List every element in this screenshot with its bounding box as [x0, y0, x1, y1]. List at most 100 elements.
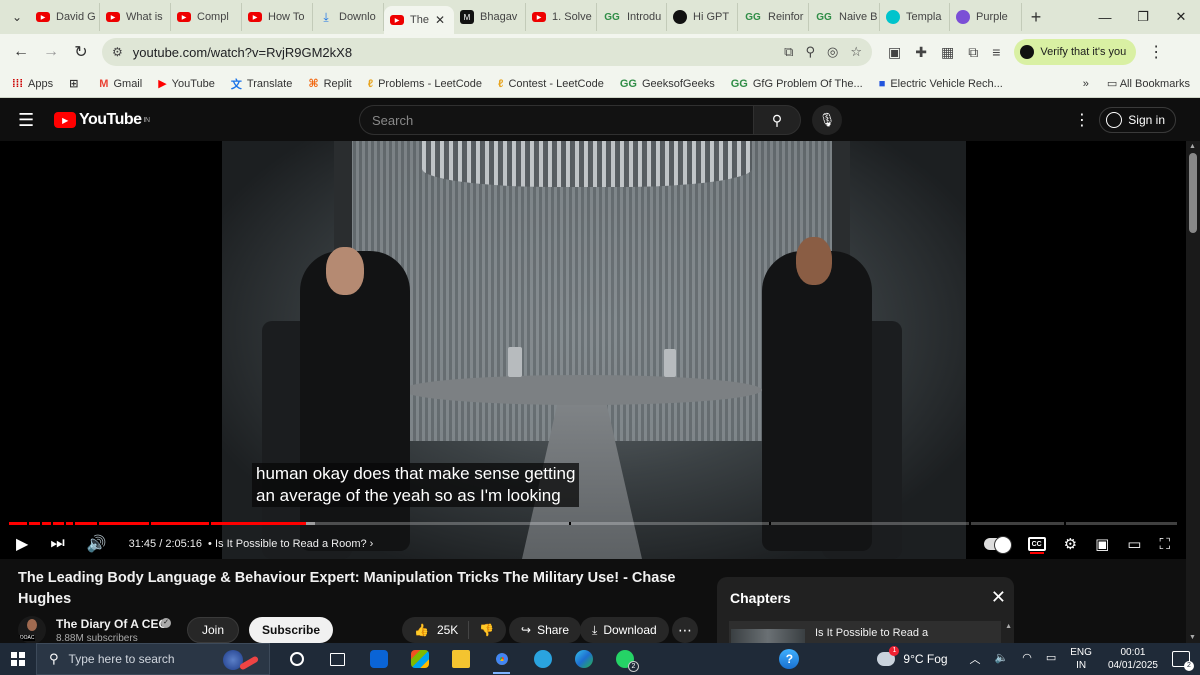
tab-search-chevron-icon[interactable]: ⌄ — [4, 4, 30, 30]
bookmark-leetcode-problems[interactable]: ℓ Problems - LeetCode — [368, 78, 482, 90]
taskbar-search[interactable]: ⚲ Type here to search — [36, 643, 270, 675]
search-input[interactable] — [359, 105, 753, 135]
youtube-logo[interactable]: ▶ YouTube IN — [54, 111, 150, 129]
chapters-scroll-up-icon[interactable]: ▲ — [1005, 623, 1012, 630]
browser-tab[interactable]: GG Naive B — [809, 3, 880, 31]
close-tab-icon[interactable]: ✕ — [435, 13, 445, 27]
settings-kebab-icon[interactable]: ⋮ — [1074, 110, 1090, 130]
browser-tab-active[interactable]: The✕ — [384, 6, 454, 34]
browser-tab[interactable]: Purple — [950, 3, 1022, 31]
all-bookmarks-button[interactable]: ▭ All Bookmarks — [1107, 77, 1190, 90]
verify-identity-button[interactable]: Verify that it's you — [1014, 39, 1137, 65]
forward-arrow-icon[interactable]: → — [36, 37, 66, 67]
speaker-icon[interactable]: 🔈 — [995, 651, 1009, 667]
clock[interactable]: 00:01 04/01/2025 — [1108, 646, 1158, 672]
menu-hamburger-icon[interactable]: ☰ — [18, 110, 40, 131]
channel-avatar[interactable] — [18, 616, 46, 644]
minimize-icon[interactable]: — — [1086, 0, 1124, 34]
bookmark-ev-recharge[interactable]: ■ Electric Vehicle Rech... — [879, 78, 1003, 90]
taskbar-cortana[interactable] — [276, 643, 317, 675]
browser-tab[interactable]: GG Introdu — [597, 3, 667, 31]
theater-mode-icon[interactable]: ▭ — [1127, 535, 1141, 553]
language-indicator[interactable]: ENG IN — [1070, 646, 1092, 672]
volume-icon[interactable]: 🔊 — [87, 534, 107, 554]
browser-tab[interactable]: Hi GPT — [667, 3, 738, 31]
share-button[interactable]: ↪ Share — [509, 617, 582, 643]
bookmark-gmail[interactable]: M Gmail — [99, 78, 142, 90]
bookmark-gfg-potd[interactable]: GG GfG Problem Of The... — [731, 78, 863, 90]
new-tab-button[interactable]: + — [1022, 7, 1050, 28]
taskbar-whatsapp[interactable]: 2 — [604, 643, 645, 675]
bookmark-translate[interactable]: 文 Translate — [231, 76, 292, 92]
voice-search-mic-icon[interactable]: 🎙 — [812, 105, 842, 135]
url-text[interactable]: youtube.com/watch?v=RvjR9GM2kX8 — [133, 45, 784, 60]
extensions-puzzle-icon[interactable]: ⧉ — [968, 44, 978, 61]
browser-tab[interactable]: How To — [242, 3, 313, 31]
next-video-icon[interactable]: ⏭ — [50, 535, 64, 553]
search-highlight-cricket-icon[interactable] — [221, 648, 261, 672]
address-bar[interactable]: ⚙ youtube.com/watch?v=RvjR9GM2kX8 ⧉ ⚲ ◎ … — [102, 38, 872, 66]
download-button[interactable]: ⤓ Download — [580, 617, 669, 643]
taskbar-task-view[interactable] — [317, 643, 358, 675]
extension-icon-1[interactable]: ▣ — [888, 44, 901, 61]
bookmark-youtube[interactable]: ▶ YouTube — [158, 77, 215, 91]
wifi-icon[interactable]: ◠ — [1022, 651, 1032, 667]
join-button[interactable]: Join — [187, 617, 240, 643]
taskbar-edge[interactable] — [563, 643, 604, 675]
browser-tab[interactable]: 1. Solve — [526, 3, 597, 31]
close-chapters-icon[interactable]: ✕ — [991, 587, 1006, 608]
zoom-icon[interactable]: ⚲ — [805, 44, 815, 60]
progress-bar[interactable] — [9, 522, 1177, 525]
extension-icon-2[interactable]: ✚ — [915, 44, 927, 61]
miniplayer-icon[interactable]: ▣ — [1095, 535, 1109, 553]
site-info-icon[interactable]: ⚙ — [112, 45, 123, 59]
back-arrow-icon[interactable]: ← — [6, 37, 36, 67]
fullscreen-icon[interactable]: ⛶ — [1159, 536, 1170, 553]
battery-icon[interactable]: ▭ — [1046, 651, 1056, 667]
bookmark-replit[interactable]: ⌘ Replit — [308, 77, 351, 91]
chapter-title-button[interactable]: • Is It Possible to Read a Room? › — [208, 538, 373, 550]
search-button[interactable]: ⚲ — [753, 105, 801, 135]
subscribe-button[interactable]: Subscribe — [249, 617, 334, 643]
scroll-down-arrow-icon[interactable]: ▼ — [1189, 634, 1196, 641]
play-icon[interactable]: ▶ — [16, 534, 28, 554]
help-icon[interactable]: ? — [779, 649, 800, 669]
browser-tab[interactable]: What is — [100, 3, 171, 31]
bookmark-star-icon[interactable]: ☆ — [850, 44, 862, 60]
install-app-icon[interactable]: ⧉ — [784, 44, 793, 60]
scroll-up-arrow-icon[interactable]: ▲ — [1189, 143, 1196, 150]
captions-cc-icon[interactable]: CC — [1027, 537, 1046, 554]
bookmark-leetcode-contest[interactable]: ℓ Contest - LeetCode — [498, 78, 604, 90]
taskbar-outlook[interactable] — [358, 643, 399, 675]
browser-tab[interactable]: Compl — [171, 3, 242, 31]
browser-tab[interactable]: ⤓ Downlo — [313, 3, 384, 31]
reading-list-icon[interactable]: ≡ — [992, 44, 1000, 60]
more-actions-icon[interactable]: ⋯ — [672, 617, 698, 643]
more-bookmarks-icon[interactable]: » — [1083, 78, 1089, 90]
settings-gear-icon[interactable]: ⚙ — [1064, 535, 1077, 553]
browser-tab[interactable]: Templa — [880, 3, 950, 31]
start-button[interactable] — [0, 643, 36, 675]
bookmark-grid[interactable]: ⊞ — [69, 77, 83, 90]
taskbar-chrome[interactable] — [481, 643, 522, 675]
sign-in-button[interactable]: Sign in — [1099, 107, 1176, 133]
extension-icon-3[interactable]: ▦ — [941, 44, 954, 61]
bookmark-geeks[interactable]: GG GeeksofGeeks — [620, 78, 715, 90]
browser-tab[interactable]: David G — [30, 3, 100, 31]
browser-tab[interactable]: GG Reinfor — [738, 3, 809, 31]
scrollbar-thumb[interactable] — [1189, 153, 1197, 233]
video-player[interactable]: human okay does that make sense getting … — [0, 141, 1186, 559]
autoplay-toggle[interactable] — [983, 536, 1012, 554]
browser-tab[interactable]: M Bhagav — [454, 3, 526, 31]
page-scrollbar[interactable]: ▲ ▼ — [1186, 141, 1200, 643]
notifications-icon[interactable] — [1172, 651, 1194, 671]
restore-icon[interactable]: ❐ — [1124, 0, 1162, 34]
chrome-menu-icon[interactable]: ⋮ — [1148, 42, 1164, 62]
show-hidden-icons-chevron-icon[interactable]: ︿ — [970, 651, 981, 667]
dislike-button[interactable]: 👎 — [469, 623, 506, 637]
reload-icon[interactable]: ↻ — [66, 37, 96, 67]
taskbar-store[interactable] — [399, 643, 440, 675]
weather-widget[interactable]: 9°C Fog — [877, 646, 948, 666]
channel-name[interactable]: The Diary Of A CEO — [56, 617, 168, 631]
bookmark-apps[interactable]: ⁞⁞⁞ Apps — [12, 78, 53, 90]
